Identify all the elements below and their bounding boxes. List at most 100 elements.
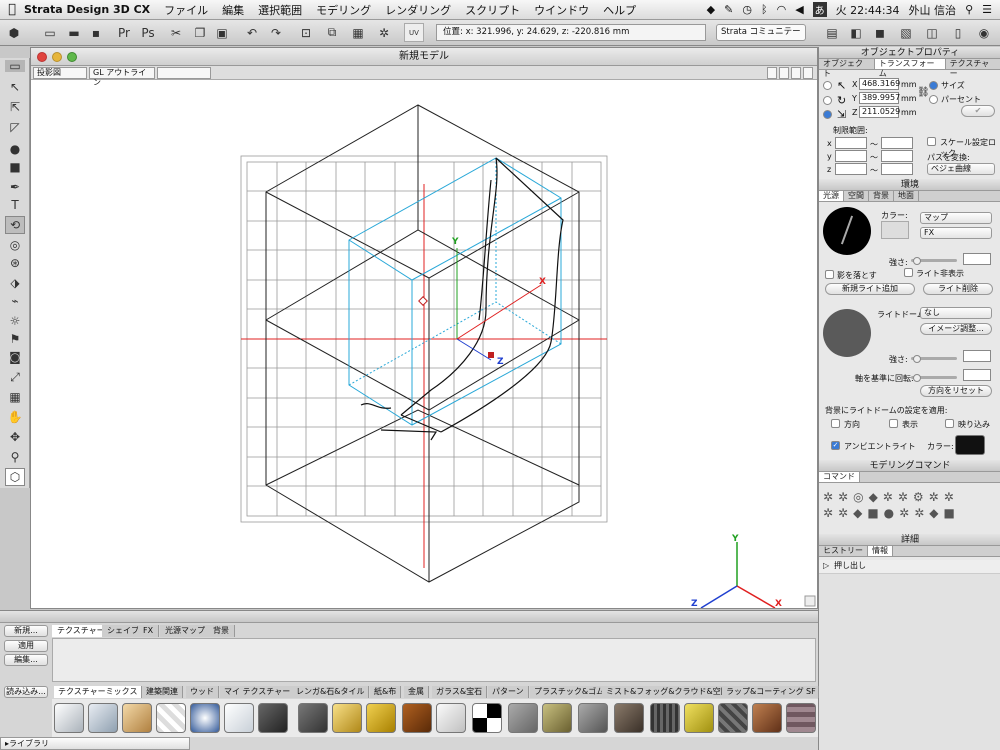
light-dome-preview[interactable] — [823, 309, 871, 357]
texture-swatch-15[interactable] — [542, 703, 572, 733]
texture-swatch-1[interactable] — [54, 703, 84, 733]
menu-edit[interactable]: 編集 — [222, 2, 244, 18]
uv-icon[interactable]: UV — [404, 23, 424, 42]
texture-swatch-8[interactable] — [298, 703, 328, 733]
tab-object[interactable]: オブジェクト — [819, 59, 875, 78]
size-x-field[interactable]: 468.3169 — [859, 78, 900, 90]
zoom-button[interactable] — [67, 52, 77, 62]
tab-texture[interactable]: テクスチャー — [946, 59, 1000, 78]
redo-icon[interactable]: ↷ — [266, 23, 286, 42]
radio-position[interactable] — [823, 81, 832, 90]
menu-help[interactable]: ヘルプ — [603, 2, 636, 18]
lib-tab-architecture[interactable]: 建築関連 — [142, 686, 183, 698]
view-menu-icon[interactable] — [803, 67, 813, 79]
menu-rendering[interactable]: レンダリング — [385, 2, 451, 18]
details-header[interactable]: 詳細 — [819, 534, 1000, 546]
hand-icon[interactable]: ✋ — [5, 408, 25, 426]
menu-script[interactable]: スクリプト — [465, 2, 520, 18]
duplicate-icon[interactable]: ⧉ — [322, 23, 342, 42]
limit-y-min[interactable] — [835, 150, 867, 162]
cube-view-icon[interactable]: ◧ — [846, 23, 866, 42]
limit-x-min[interactable] — [835, 137, 867, 149]
texture-swatch-10[interactable] — [366, 703, 396, 733]
texture-swatch-16[interactable] — [578, 703, 608, 733]
frame-icon[interactable]: ⊡ — [296, 23, 316, 42]
direct-select-icon[interactable]: ⇱ — [5, 98, 25, 116]
texture-swatch-22[interactable] — [786, 703, 816, 733]
search-icon[interactable]: ⚲ — [965, 3, 973, 16]
time-machine-icon[interactable]: ◷ — [742, 3, 752, 16]
history-expand-icon[interactable]: ▷ — [823, 561, 829, 570]
pen-view-icon[interactable] — [767, 67, 777, 79]
light-strength-field[interactable] — [963, 253, 991, 265]
apply-check-button[interactable]: ✔ — [961, 105, 995, 117]
apple-icon[interactable]:  — [0, 2, 24, 17]
lib-tab-plastic-rubber[interactable]: プラスチック&ゴム — [530, 686, 610, 698]
texture-swatch-6[interactable] — [224, 703, 254, 733]
texture-swatch-12[interactable] — [436, 703, 466, 733]
lib-tab-mist-fog-cloud[interactable]: ミスト&フォッグ&クラウド&空間 — [602, 686, 734, 698]
new-resource-button[interactable]: 新規... — [4, 625, 48, 637]
target-icon[interactable]: ◉ — [974, 23, 994, 42]
modeling-commands-header[interactable]: モデリングコマンド — [819, 460, 1000, 472]
texture-swatch-13[interactable] — [472, 703, 502, 733]
fx-popup[interactable]: FX — [920, 227, 992, 239]
environment-header[interactable]: 環境 — [819, 179, 1000, 191]
save-icon[interactable]: ▪ — [86, 23, 106, 42]
limit-y-max[interactable] — [881, 150, 913, 162]
texture-swatch-9[interactable] — [332, 703, 362, 733]
lib-tab-wrap-coating[interactable]: ラップ&コーティング — [722, 686, 809, 698]
map-popup[interactable]: マップ — [920, 212, 992, 224]
lib-tab-paper-cloth[interactable]: 紙&布 — [370, 686, 402, 698]
script-icon[interactable]: ▧ — [896, 23, 916, 42]
texture-swatch-20[interactable] — [718, 703, 748, 733]
bluetooth-icon[interactable]: ᛒ — [761, 3, 768, 16]
palette-header[interactable]: ▭ — [5, 59, 25, 73]
cast-shadow-checkbox[interactable] — [825, 270, 834, 279]
tab-space[interactable]: 空間 — [844, 191, 869, 201]
pin-icon[interactable]: ✎ — [724, 3, 733, 16]
grid-tool-icon[interactable]: ▦ — [5, 388, 25, 406]
rotate-axis-knob[interactable] — [913, 374, 921, 382]
tab-light[interactable]: 光源 — [819, 191, 844, 201]
radio-percent[interactable] — [929, 95, 938, 104]
tab-info[interactable]: 情報 — [868, 546, 893, 556]
boolean-icon[interactable]: ⬗ — [5, 274, 25, 292]
menu-selection[interactable]: 選択範囲 — [258, 2, 302, 18]
app-name-menu[interactable]: Strata Design 3D CX — [24, 3, 150, 16]
texture-swatch-21[interactable] — [752, 703, 782, 733]
radio-scale[interactable] — [823, 110, 832, 119]
cube-icon[interactable]: ⬢ — [4, 23, 24, 42]
menu-file[interactable]: ファイル — [164, 2, 208, 18]
camera-icon[interactable]: ◙ — [5, 348, 25, 366]
input-mode-indicator[interactable]: あ — [812, 2, 827, 17]
dome-strength-knob[interactable] — [913, 355, 921, 363]
wifi-icon[interactable]: ◠ — [777, 3, 787, 16]
link-chain-icon[interactable]: ⛓ — [917, 87, 930, 98]
scale-lock-checkbox[interactable] — [927, 137, 936, 146]
spotlight-icon[interactable]: ⚑ — [5, 330, 25, 348]
open-folder-icon[interactable]: ▬ — [64, 23, 84, 42]
texture-swatch-18[interactable] — [650, 703, 680, 733]
modeling-command-icons[interactable]: ✲✲◎◆✲✲⚙✲✲ ✲✲◆■●✲✲◆■ — [823, 489, 999, 525]
user-name[interactable]: 外山 信治 — [909, 2, 957, 18]
opt-display-checkbox[interactable] — [889, 419, 898, 428]
sweep-icon[interactable]: ⊛ — [5, 254, 25, 272]
render-icon[interactable]: ⬡ — [5, 468, 25, 486]
pr-export-icon[interactable]: Pr — [114, 23, 134, 42]
tab-commands[interactable]: コマンド — [819, 472, 860, 482]
pen-icon[interactable]: ✒ — [5, 178, 25, 196]
light-dome-popup[interactable]: なし — [920, 307, 992, 319]
projection-popup[interactable]: 投影図 — [33, 67, 87, 79]
lib-tab-texture-mix[interactable]: テクスチャーミックス — [54, 686, 143, 698]
radio-size[interactable] — [929, 81, 938, 90]
copy-icon[interactable]: ❐ — [190, 23, 210, 42]
tab-history[interactable]: ヒストリー — [819, 546, 868, 556]
library-popup[interactable]: ▸ライブラリ — [0, 737, 190, 750]
cut-icon[interactable]: ✂ — [166, 23, 186, 42]
cube-solid-icon[interactable]: ◼ — [870, 23, 890, 42]
size-z-field[interactable]: 211.0529 — [859, 106, 900, 118]
dome-strength-field[interactable] — [963, 350, 991, 362]
light-bulb-icon[interactable]: ☼ — [5, 312, 25, 330]
lib-tab-brick-stone-tile[interactable]: レンガ&石&タイル — [292, 686, 370, 698]
